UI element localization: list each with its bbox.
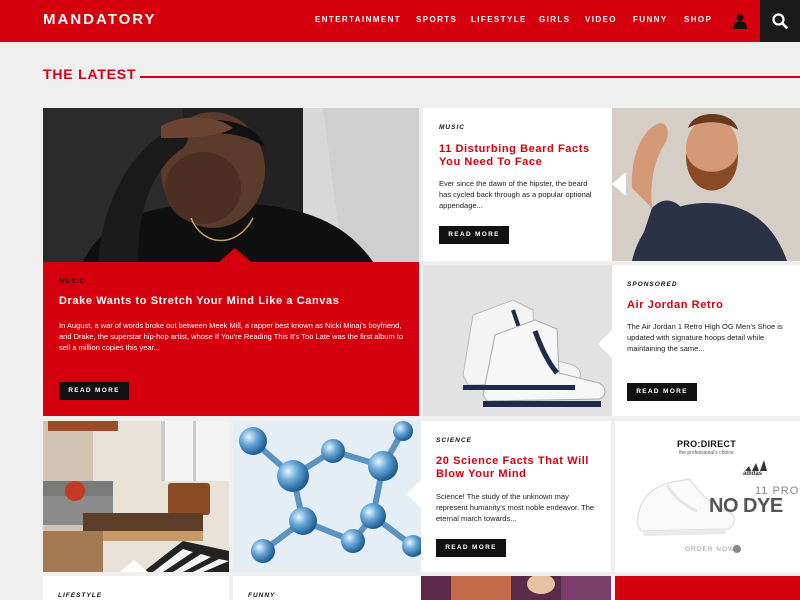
ad-brand: PRO:DIRECT xyxy=(677,439,736,449)
nav-lifestyle[interactable]: LIFESTYLE xyxy=(471,15,527,24)
ad-sponsor: adidas xyxy=(743,471,763,477)
article-category: SCIENCE xyxy=(436,437,472,444)
article-category: MUSIC xyxy=(59,278,85,285)
nav-entertainment[interactable]: ENTERTAINMENT xyxy=(315,15,401,24)
card-notch xyxy=(219,248,251,262)
ad-product: NO DYE xyxy=(709,495,783,517)
molecule-image xyxy=(233,421,421,572)
article-card-red[interactable] xyxy=(615,576,800,600)
bottom-image xyxy=(421,576,611,600)
card-notch xyxy=(598,330,612,358)
article-description: The Air Jordan 1 Retro High OG Men's Sho… xyxy=(627,322,783,353)
ad-tagline: the professional's choice xyxy=(679,450,734,456)
living-room-image xyxy=(43,421,229,572)
card-notch xyxy=(612,172,626,196)
article-card-beard[interactable]: MUSIC 11 Disturbing Beard Facts You Need… xyxy=(423,108,612,261)
card-notch xyxy=(120,560,148,572)
read-more-button[interactable]: READ MORE xyxy=(436,539,506,557)
nav-sports[interactable]: SPORTS xyxy=(416,15,457,24)
card-notch xyxy=(407,480,421,508)
sneaker-image xyxy=(423,265,612,416)
beard-image xyxy=(612,108,800,261)
read-more-button[interactable]: READ MORE xyxy=(439,226,509,244)
main-nav: ENTERTAINMENT SPORTS LIFESTYLE GIRLS VID… xyxy=(0,15,800,29)
article-title[interactable]: 11 Disturbing Beard Facts You Need To Fa… xyxy=(439,143,604,169)
read-more-button[interactable]: READ MORE xyxy=(59,382,129,400)
drake-image xyxy=(43,108,419,262)
article-category: MUSIC xyxy=(439,124,465,131)
section-divider xyxy=(140,76,800,78)
article-title[interactable]: 20 Science Facts That Will Blow Your Min… xyxy=(436,455,606,481)
feature-card-drake[interactable]: MUSIC Drake Wants to Stretch Your Mind L… xyxy=(43,108,419,416)
article-category: LIFESTYLE xyxy=(58,592,103,599)
site-header: MANDATORY ENTERTAINMENT SPORTS LIFESTYLE… xyxy=(0,0,800,42)
nav-girls[interactable]: GIRLS xyxy=(539,15,570,24)
article-card-science[interactable]: SCIENCE 20 Science Facts That Will Blow … xyxy=(421,421,611,572)
nav-funny[interactable]: FUNNY xyxy=(633,15,668,24)
section-title: THE LATEST xyxy=(43,66,137,82)
article-card-air-jordan[interactable]: SPONSORED Air Jordan Retro The Air Jorda… xyxy=(612,265,800,416)
article-category: FUNNY xyxy=(248,592,276,599)
nav-shop[interactable]: SHOP xyxy=(684,15,712,24)
article-card-lifestyle[interactable]: LIFESTYLE xyxy=(43,576,229,600)
article-title[interactable]: Drake Wants to Stretch Your Mind Like a … xyxy=(59,295,399,308)
ad-cta[interactable]: ORDER NOW xyxy=(685,546,735,553)
adidas-logo-icon xyxy=(745,460,767,471)
search-icon xyxy=(772,13,788,29)
article-title[interactable]: Air Jordan Retro xyxy=(627,299,792,312)
article-card-funny[interactable]: FUNNY xyxy=(233,576,421,600)
article-description: Science! The study of the unknown may re… xyxy=(436,492,595,523)
read-more-button[interactable]: READ MORE xyxy=(627,383,697,401)
article-description: Ever since the dawn of the hipster, the … xyxy=(439,179,592,210)
ad-pro-direct[interactable]: PRO:DIRECT the professional's choice adi… xyxy=(615,421,800,572)
article-description: In August, a war of words broke out betw… xyxy=(59,321,404,352)
user-icon[interactable] xyxy=(733,13,747,29)
nav-video[interactable]: VIDEO xyxy=(585,15,617,24)
arrow-right-icon xyxy=(733,545,741,553)
search-button[interactable] xyxy=(760,0,800,42)
article-category: SPONSORED xyxy=(627,281,678,288)
